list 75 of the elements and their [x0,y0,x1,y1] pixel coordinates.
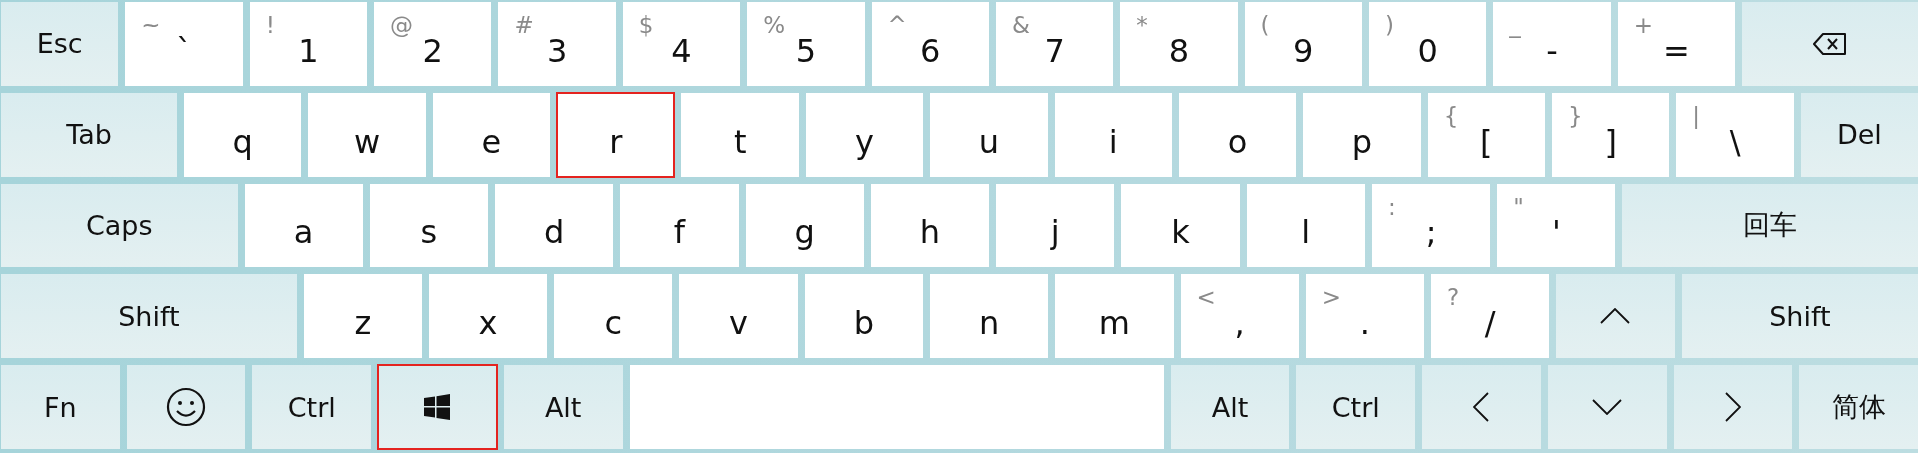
keyboard-key[interactable]: v [679,274,798,359]
chevron-icon [1592,399,1623,416]
keyboard-key[interactable]: Del [1800,92,1918,177]
keyboard-key[interactable]: g [745,183,864,268]
keyboard-key[interactable]: | \ [1676,92,1794,177]
keyboard-key[interactable]: { [ [1427,92,1545,177]
windows-key[interactable] [378,365,497,449]
keyboard-key[interactable]: c [554,274,673,359]
chevron-icon [1600,308,1631,325]
keyboard-key[interactable]: Shift [1,274,297,359]
keyboard-key[interactable]: w [308,92,426,177]
keyboard-key[interactable]: b [804,274,923,359]
keyboard-key[interactable]: Ctrl [252,365,372,449]
keyboard-key[interactable]: j [996,183,1115,268]
keyboard-key[interactable]: p [1303,92,1421,177]
smiley-icon [166,387,207,428]
space-bar[interactable] [629,365,1164,449]
backspace-icon [1813,31,1848,56]
chevron-icon [1473,392,1490,423]
keyboard-key[interactable]: Tab [1,92,178,177]
keyboard-key[interactable]: & 7 [995,2,1114,86]
keyboard-key[interactable]: y [805,92,924,177]
arrow-key[interactable] [1673,365,1793,449]
keyboard-key[interactable]: $ 4 [622,2,741,86]
windows-logo-icon [424,394,451,421]
keyboard-key[interactable]: Caps [1,183,238,268]
keyboard-key[interactable]: l [1246,183,1365,268]
keyboard-key[interactable]: ) 0 [1368,2,1487,86]
keyboard-key[interactable]: m [1055,274,1174,359]
keyboard-key[interactable]: q [184,92,302,177]
keyboard-key[interactable]: i [1054,92,1172,177]
keyboard-key[interactable]: } ] [1552,92,1670,177]
keyboard-key[interactable]: @ 2 [374,2,492,86]
keyboard-key[interactable]: ^ 6 [871,2,989,86]
keyboard-key[interactable]: % 5 [747,2,865,86]
keyboard-key[interactable]: * 8 [1120,2,1238,86]
keyboard-key[interactable]: ~ ` [125,2,243,86]
emoji-key[interactable] [126,365,246,449]
keyboard-key[interactable]: z [303,274,422,359]
keyboard-key[interactable]: o [1178,92,1297,177]
keyboard-key[interactable]: ( 9 [1244,2,1362,86]
backspace-key[interactable] [1742,2,1918,86]
keyboard-key[interactable]: a [244,183,363,268]
keyboard-key[interactable]: # 3 [498,2,616,86]
keyboard-key[interactable]: r [557,92,675,177]
arrow-key[interactable] [1556,274,1675,359]
keyboard-key[interactable]: " ' [1497,183,1616,268]
keyboard-key[interactable]: ! 1 [249,2,368,86]
keyboard-key[interactable]: x [428,274,548,359]
keyboard-key[interactable]: k [1121,183,1240,268]
keyboard-key[interactable]: Alt [503,365,623,449]
keyboard-key[interactable]: d [495,183,614,268]
keyboard-key[interactable]: Alt [1170,365,1290,449]
keyboard-key[interactable]: h [870,183,990,268]
keyboard-key[interactable]: s [369,183,489,268]
keyboard-key[interactable]: e [432,92,551,177]
keyboard-key[interactable]: f [620,183,739,268]
keyboard-key[interactable]: Ctrl [1296,365,1416,449]
chevron-icon [1724,392,1741,423]
arrow-key[interactable] [1422,365,1541,449]
keyboard-key[interactable]: u [930,92,1048,177]
keyboard-key[interactable]: 简体 [1799,365,1918,449]
keyboard-key[interactable]: : ; [1371,183,1491,268]
keyboard-key[interactable]: t [681,92,799,177]
keyboard-key[interactable]: Shift [1681,274,1918,359]
keyboard-key[interactable]: 回车 [1622,183,1918,268]
keyboard-key[interactable]: Fn [1,365,120,449]
keyboard-key[interactable]: Esc [1,2,119,86]
arrow-key[interactable] [1547,365,1667,449]
keyboard-key[interactable]: > . [1305,274,1425,359]
keyboard-key[interactable]: n [929,274,1049,359]
keyboard-key[interactable]: ? / [1431,274,1550,359]
keyboard-key[interactable]: < , [1180,274,1299,359]
keyboard-key[interactable]: _ - [1493,2,1611,86]
keyboard-key[interactable]: + = [1617,2,1736,86]
